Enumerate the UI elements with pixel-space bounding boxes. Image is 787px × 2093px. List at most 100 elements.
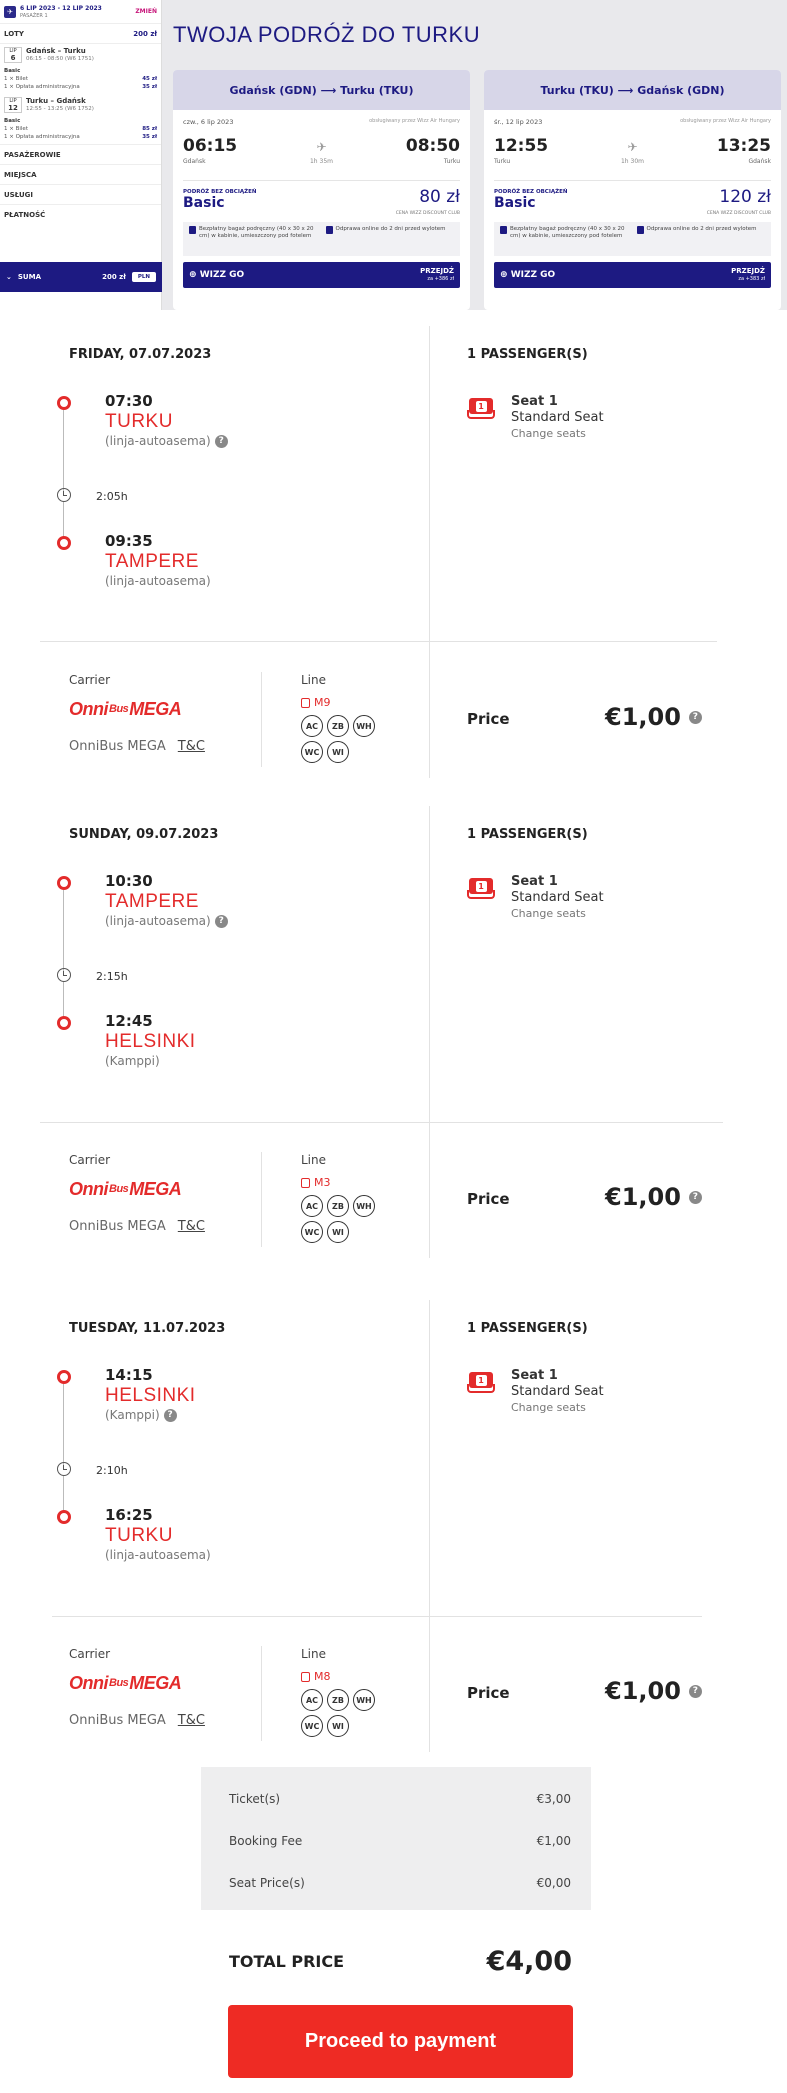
departure-station: (linja-autoasema)? [105, 434, 228, 448]
price-label: Price [467, 1190, 510, 1208]
change-seats-link[interactable]: Change seats [511, 426, 604, 442]
segment-price: €1,00? [605, 1677, 702, 1705]
wc-icon: WC [301, 741, 323, 763]
bus-icon [301, 697, 310, 708]
carrier-label: Carrier [69, 1647, 111, 1661]
currency-select[interactable]: PLN [131, 272, 156, 282]
clock-icon [57, 968, 71, 982]
info-icon[interactable]: ? [214, 914, 228, 928]
segment-date: TUESDAY, 11.07.2023 [69, 1321, 226, 1336]
segment-price: €1,00? [605, 703, 702, 731]
arrival-station: (linja-autoasema) [105, 574, 211, 588]
bus-segment: SUNDAY, 09.07.2023 1 PASSENGER(S) 10:30 … [40, 790, 730, 1270]
wizz-go-button[interactable]: ⊕ WIZZ GO PRZEJDŹ za +386 zł [183, 262, 460, 288]
amenities: AC ZB WH WC WI [301, 715, 381, 763]
departure-time: 07:30 [105, 392, 153, 410]
checkin-icon [325, 226, 333, 234]
seat-icon: 1 [467, 398, 495, 422]
chevron-down-icon[interactable]: ⌄ [6, 273, 12, 281]
bag-icon [189, 226, 196, 234]
summary-row: Booking Fee €1,00 [229, 1834, 571, 1848]
price-summary: Ticket(s) €3,00 Booking Fee €1,00 Seat Pri… [201, 1767, 591, 1910]
tc-link[interactable]: T&C [178, 1219, 205, 1234]
menu-services[interactable]: USŁUGI [0, 184, 161, 204]
tc-link[interactable]: T&C [178, 739, 205, 754]
menu-seats[interactable]: MIEJSCA [0, 164, 161, 184]
departure-city: TAMPERE [105, 891, 199, 912]
tc-link[interactable]: T&C [178, 1713, 205, 1728]
calendar-icon: LIP 12 [4, 97, 22, 113]
change-seats-link[interactable]: Change seats [511, 1400, 604, 1416]
wifi-icon: WI [327, 1715, 349, 1737]
onnibus-logo: Onni Bus MEGA [69, 1672, 182, 1693]
departure-city: HELSINKI [105, 1385, 196, 1406]
flights-section[interactable]: LOTY 200 zł [0, 24, 161, 44]
calendar-icon: LIP 6 [4, 47, 22, 63]
change-button[interactable]: ZMIEŃ [135, 8, 157, 15]
seat-type: Standard Seat [511, 890, 604, 905]
seat-number: Seat 1 [511, 1368, 558, 1383]
price-label: Price [467, 710, 510, 728]
menu-passengers[interactable]: PASAŻEROWIE [0, 144, 161, 164]
ac-icon: AC [301, 715, 323, 737]
amenities: AC ZB WH WC WI [301, 1195, 381, 1243]
clock-icon [57, 488, 71, 502]
arrival-time: 12:45 [105, 1012, 153, 1030]
ac-icon: AC [301, 1689, 323, 1711]
arrow-up-icon: ⊕ [189, 270, 197, 280]
arrival-station: (linja-autoasema) [105, 1548, 211, 1562]
sidebar-leg: LIP 12 Turku – Gdańsk 12:55 - 13:25 (W6 17… [4, 97, 157, 140]
arrival-station: (Kamppi) [105, 1054, 160, 1068]
line-label: Line [301, 673, 327, 687]
menu-payment[interactable]: PŁATNOŚĆ [0, 204, 161, 224]
carrier-name: OnniBus MEGA T&C [69, 739, 205, 754]
departure-stop-icon [57, 876, 71, 890]
wizz-logo-icon: ✈ [4, 5, 16, 18]
wc-icon: WC [301, 1715, 323, 1737]
wheelchair-icon: WH [353, 715, 375, 737]
segment-date: FRIDAY, 07.07.2023 [69, 347, 212, 362]
arrival-stop-icon [57, 1016, 71, 1030]
info-icon[interactable]: ? [163, 1408, 177, 1422]
bus-segment: FRIDAY, 07.07.2023 1 PASSENGER(S) 07:30 … [40, 310, 730, 780]
total-price: TOTAL PRICE €4,00 [229, 1946, 572, 1977]
departure-stop-icon [57, 1370, 71, 1384]
arrival-time: 16:25 [105, 1506, 153, 1524]
page-title: TWOJA PODRÓŻ DO TURKU [173, 22, 481, 47]
change-seats-link[interactable]: Change seats [511, 906, 604, 922]
departure-city: TURKU [105, 411, 173, 432]
departure-stop-icon [57, 396, 71, 410]
sum-bar: ⌄ SUMA 200 zł PLN [0, 262, 162, 292]
info-icon[interactable]: ? [688, 710, 702, 724]
arrival-stop-icon [57, 536, 71, 550]
bus-icon [301, 1177, 310, 1188]
wizz-go-button[interactable]: ⊕ WIZZ GO PRZEJDŹ za +383 zł [494, 262, 771, 288]
seat-number: Seat 1 [511, 394, 558, 409]
booking-sidebar: ✈ 6 LIP 2023 - 12 LIP 2023 PASAŻER 1 ZMI… [0, 0, 162, 310]
bus-icon [301, 1671, 310, 1682]
line-label: Line [301, 1647, 327, 1661]
carrier-label: Carrier [69, 673, 111, 687]
arrival-city: TURKU [105, 1525, 173, 1546]
arrival-time: 09:35 [105, 532, 153, 550]
duration: 2:15h [96, 970, 128, 983]
onnibus-logo: Onni Bus MEGA [69, 1178, 182, 1199]
info-icon[interactable]: ? [214, 434, 228, 448]
wheelchair-icon: WH [353, 1195, 375, 1217]
sidebar-leg: LIP 6 Gdańsk – Turku 06:15 - 08:50 (W6 175… [4, 47, 157, 90]
flight-booking-panel: ✈ 6 LIP 2023 - 12 LIP 2023 PASAŻER 1 ZMI… [0, 0, 787, 310]
flight-card-outbound: Gdańsk (GDN) ⟶ Turku (TKU) czw., 6 lip 2… [173, 70, 470, 310]
summary-row: Ticket(s) €3,00 [229, 1792, 571, 1806]
bag-icon [500, 226, 507, 234]
proceed-to-payment-button[interactable]: Proceed to payment [228, 2005, 573, 2078]
passenger-count: PASAŻER 1 [20, 12, 48, 19]
info-icon[interactable]: ? [688, 1190, 702, 1204]
duration: 2:05h [96, 490, 128, 503]
wc-icon: WC [301, 1221, 323, 1243]
arrival-city: TAMPERE [105, 551, 199, 572]
wifi-icon: WI [327, 1221, 349, 1243]
seat-icon: 1 [467, 878, 495, 902]
amenities: AC ZB WH WC WI [301, 1689, 381, 1737]
price-label: Price [467, 1684, 510, 1702]
info-icon[interactable]: ? [688, 1684, 702, 1698]
